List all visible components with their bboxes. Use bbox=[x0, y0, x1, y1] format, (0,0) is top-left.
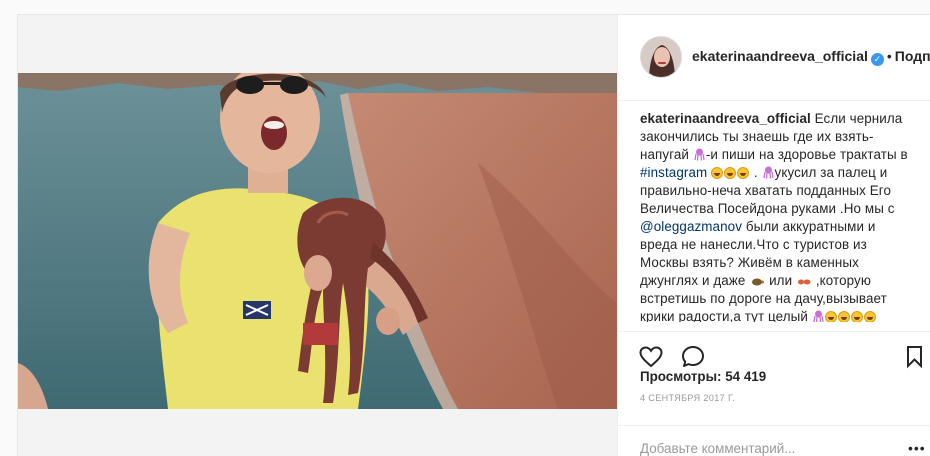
bookmark-icon bbox=[907, 346, 922, 369]
post-date[interactable]: 4 СЕНТЯБРЯ 2017 Г. bbox=[640, 393, 735, 403]
laughing-emoji-icon bbox=[837, 311, 850, 322]
laughing-emoji-icon bbox=[850, 311, 863, 322]
views-value: 54 419 bbox=[725, 369, 767, 384]
post-header: ekaterinaandreeva_official✓•Подпи bbox=[618, 15, 930, 101]
post-video[interactable] bbox=[18, 73, 617, 409]
laughing-emoji-icon bbox=[737, 167, 750, 179]
caption-text-2: -и пиши на здоровье трактаты в bbox=[705, 147, 908, 162]
laughing-emoji-icon bbox=[724, 167, 737, 179]
ant-emoji-icon bbox=[798, 279, 811, 285]
caption-hashtag[interactable]: #instagram bbox=[640, 165, 707, 180]
post-side-panel: ekaterinaandreeva_official✓•Подпи ekater… bbox=[617, 15, 930, 456]
turtle-emoji-icon bbox=[752, 278, 765, 286]
comment-form: ••• bbox=[618, 425, 930, 456]
views-label: Просмотры: bbox=[640, 369, 722, 384]
comment-button[interactable] bbox=[680, 344, 706, 370]
author-row: ekaterinaandreeva_official✓•Подпи bbox=[692, 48, 930, 66]
views-count: Просмотры: 54 419 bbox=[640, 369, 766, 384]
octopus-emoji-icon bbox=[762, 166, 774, 179]
post-caption: ekaterinaandreeva_official Если чернила … bbox=[640, 110, 915, 322]
follow-button[interactable]: Подпи bbox=[895, 48, 930, 64]
caption-text-3: . bbox=[750, 165, 762, 180]
comment-input[interactable] bbox=[640, 439, 880, 456]
octopus-emoji-icon bbox=[694, 148, 705, 161]
octopus-emoji-icon bbox=[813, 310, 824, 322]
post-container: ekaterinaandreeva_official✓•Подпи ekater… bbox=[17, 14, 930, 456]
author-avatar[interactable] bbox=[640, 36, 682, 78]
laughing-emoji-icon bbox=[863, 311, 876, 322]
media-area bbox=[18, 15, 617, 456]
video-frame-image bbox=[18, 73, 617, 409]
save-button[interactable] bbox=[903, 344, 929, 370]
heart-icon bbox=[639, 346, 663, 368]
laughing-emoji-icon bbox=[824, 311, 837, 322]
like-button[interactable] bbox=[638, 344, 664, 370]
caption-mention[interactable]: @oleggazmanov bbox=[640, 219, 742, 234]
more-options-button[interactable]: ••• bbox=[908, 440, 928, 456]
verified-badge-icon: ✓ bbox=[870, 53, 884, 66]
caption-text-6: или bbox=[765, 273, 796, 288]
caption-username[interactable]: ekaterinaandreeva_official bbox=[640, 111, 811, 126]
avatar-image bbox=[641, 37, 681, 77]
author-username[interactable]: ekaterinaandreeva_official bbox=[692, 48, 868, 64]
post-actions bbox=[618, 331, 930, 371]
header-separator: • bbox=[886, 48, 892, 64]
laughing-emoji-icon bbox=[711, 167, 724, 179]
comment-bubble-icon bbox=[682, 346, 704, 367]
